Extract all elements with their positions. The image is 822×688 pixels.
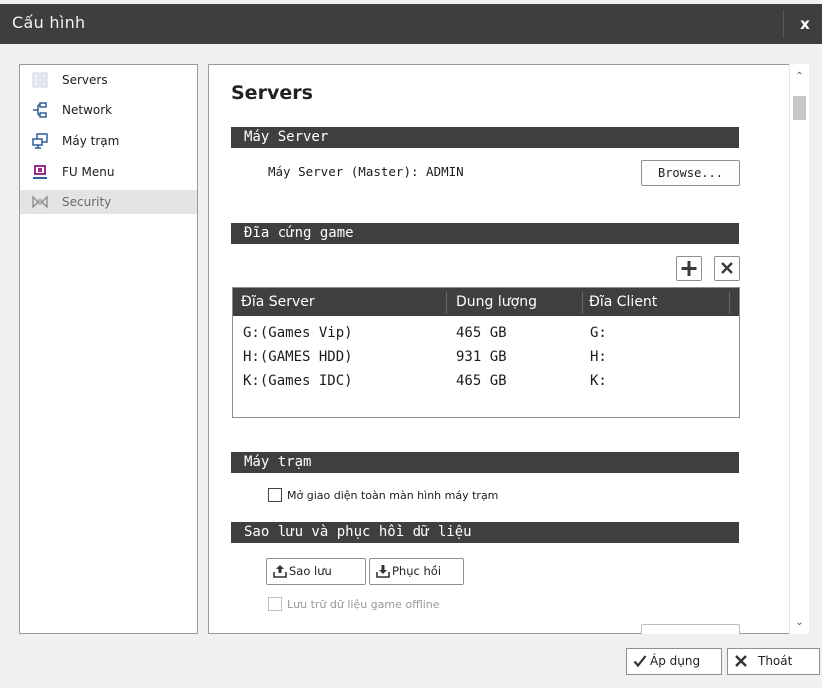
close-x-icon <box>735 655 747 667</box>
close-button[interactable]: x <box>794 12 816 36</box>
column-header[interactable]: Đĩa Client <box>589 288 657 316</box>
sidebar-item-label: Máy trạm <box>62 134 120 148</box>
section-header-disk: Đĩa cứng game <box>231 223 739 244</box>
table-row[interactable]: H:(GAMES HDD) 931 GB H: <box>233 345 739 369</box>
restore-button[interactable]: Phục hồi <box>369 558 464 585</box>
cut-off-button[interactable] <box>641 624 740 634</box>
column-header[interactable]: Đĩa Server <box>241 288 315 316</box>
sidebar-item-workstation[interactable]: Máy trạm <box>20 129 197 153</box>
checkmark-icon <box>633 655 647 668</box>
scroll-up-icon[interactable]: ⌃ <box>790 68 809 86</box>
column-divider[interactable] <box>729 292 730 314</box>
title-bar: Cấu hình x <box>0 4 822 44</box>
restore-label: Phục hồi <box>392 564 442 578</box>
master-server-text: Máy Server (Master): ADMIN <box>268 164 464 179</box>
sidebar-item-fu-menu[interactable]: FU Menu <box>20 160 197 184</box>
sidebar-item-label: Servers <box>62 73 108 87</box>
table-header: Đĩa Server Dung lượng Đĩa Client <box>233 288 739 316</box>
window-title: Cấu hình <box>12 13 86 32</box>
sidebar-item-security[interactable]: Security <box>20 190 197 214</box>
table-row[interactable]: K:(Games IDC) 465 GB K: <box>233 369 739 393</box>
sidebar-item-label: Security <box>62 195 112 209</box>
exit-button[interactable]: Thoát <box>727 648 820 675</box>
cell-capacity: 931 GB <box>456 349 507 365</box>
vertical-scrollbar[interactable]: ⌃ ⌄ <box>789 64 809 634</box>
table-row[interactable]: G:(Games Vip) 465 GB G: <box>233 321 739 345</box>
cell-client-disk: H: <box>590 349 607 365</box>
cell-client-disk: K: <box>590 373 607 389</box>
sidebar-item-label: Network <box>62 103 113 117</box>
cell-server-disk: G:(Games Vip) <box>243 325 353 341</box>
plus-icon <box>681 261 697 276</box>
cell-capacity: 465 GB <box>456 325 507 341</box>
section-header-server: Máy Server <box>231 127 739 148</box>
title-divider <box>783 10 784 38</box>
cell-server-disk: K:(Games IDC) <box>243 373 353 389</box>
backup-label: Sao lưu <box>289 564 332 578</box>
backup-button[interactable]: Sao lưu <box>266 558 366 585</box>
sidebar-item-network[interactable]: Network <box>20 98 197 122</box>
remove-disk-button[interactable] <box>714 256 740 281</box>
page-title: Servers <box>231 82 313 104</box>
sidebar-item-label: FU Menu <box>62 165 115 179</box>
fullscreen-label: Mở giao diện toàn màn hình máy trạm <box>287 489 499 502</box>
cell-client-disk: G: <box>590 325 607 341</box>
apply-label: Áp dụng <box>650 654 701 668</box>
scroll-down-icon[interactable]: ⌄ <box>790 614 809 632</box>
cell-server-disk: H:(GAMES HDD) <box>243 349 353 365</box>
browse-button[interactable]: Browse... <box>641 160 740 186</box>
disk-table: Đĩa Server Dung lượng Đĩa Client G:(Game… <box>232 287 740 418</box>
network-icon <box>33 102 47 118</box>
section-header-workstation: Máy trạm <box>231 452 739 473</box>
column-divider[interactable] <box>446 292 447 314</box>
column-header[interactable]: Dung lượng <box>456 288 537 316</box>
download-icon <box>376 565 390 578</box>
fullscreen-checkbox[interactable] <box>268 488 282 502</box>
x-icon <box>721 262 733 274</box>
exit-label: Thoát <box>758 654 793 668</box>
apply-button[interactable]: Áp dụng <box>626 648 722 675</box>
menu-icon <box>33 165 47 179</box>
offline-label: Lưu trữ dữ liệu game offline <box>287 598 440 611</box>
workstation-icon <box>32 133 48 149</box>
sidebar: Servers Network Máy trạm FU Menu Securit… <box>19 64 198 634</box>
scroll-thumb[interactable] <box>793 96 806 120</box>
upload-icon <box>273 565 287 578</box>
cell-capacity: 465 GB <box>456 373 507 389</box>
section-header-backup: Sao lưu và phục hồi dữ liệu <box>231 522 739 543</box>
column-divider[interactable] <box>582 292 583 314</box>
add-disk-button[interactable] <box>676 256 702 281</box>
offline-checkbox[interactable] <box>268 597 282 611</box>
security-icon <box>32 195 48 209</box>
servers-icon <box>32 72 48 88</box>
sidebar-item-servers[interactable]: Servers <box>20 68 197 92</box>
